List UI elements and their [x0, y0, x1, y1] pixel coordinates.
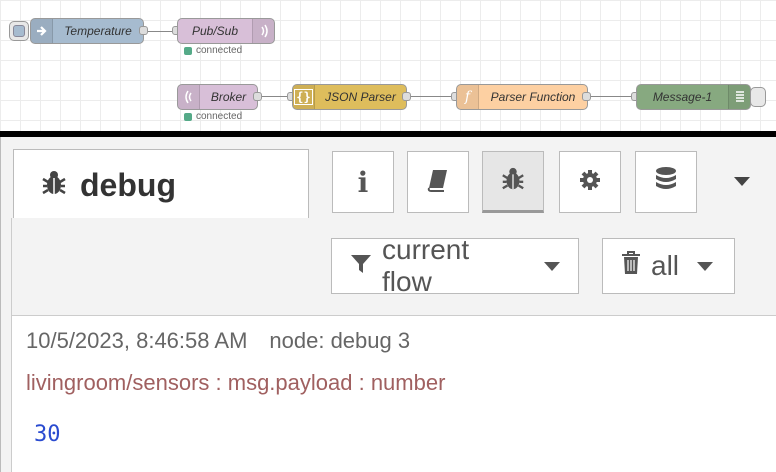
- status-badge: connected: [184, 45, 242, 56]
- radio-waves-icon: [252, 19, 274, 43]
- debug-toggle-button[interactable]: [750, 87, 766, 107]
- chevron-down-icon: [734, 176, 750, 186]
- radio-waves-icon: [178, 85, 200, 109]
- filter-messages-button[interactable]: current flow: [331, 234, 579, 297]
- message-timestamp: 10/5/2023, 8:46:58 AM: [26, 328, 248, 353]
- node-broker[interactable]: Broker: [177, 84, 258, 110]
- book-icon: [425, 167, 451, 198]
- node-label: Parser Function: [490, 90, 576, 104]
- debug-message-list[interactable]: 10/5/2023, 8:46:58 AM node: debug 3 livi…: [12, 315, 776, 472]
- list-icon: [728, 85, 750, 109]
- bug-icon: [40, 169, 68, 202]
- context-data-button[interactable]: [635, 151, 697, 213]
- node-label: JSON Parser: [325, 90, 396, 104]
- status-dot: [184, 46, 192, 55]
- status-text: connected: [196, 45, 243, 56]
- status-badge: connected: [184, 111, 242, 122]
- debug-panel: current flow all 10/5/2023, 8:46:58 AM n…: [11, 218, 776, 472]
- node-label: Broker: [210, 90, 247, 104]
- debug-button[interactable]: [482, 151, 544, 213]
- node-temperature[interactable]: Temperature: [30, 18, 144, 44]
- message-payload-value[interactable]: 30: [34, 422, 61, 447]
- inject-trigger-icon: [13, 25, 25, 37]
- info-button[interactable]: i: [332, 151, 394, 213]
- sidebar: debug i current flow all 10/5/2023, 8:46…: [0, 137, 776, 472]
- message-header: 10/5/2023, 8:46:58 AM node: debug 3: [26, 328, 410, 354]
- output-port[interactable]: [402, 92, 411, 101]
- chevron-down-icon: [544, 261, 560, 271]
- node-message-1[interactable]: Message-1: [636, 84, 751, 110]
- node-json-parser[interactable]: {} JSON Parser: [292, 84, 407, 110]
- bug-icon: [500, 166, 526, 197]
- tab-debug[interactable]: debug: [13, 149, 309, 221]
- node-label: Message-1: [652, 90, 713, 104]
- sidebar-menu-button[interactable]: [719, 163, 765, 199]
- node-pubsub[interactable]: Pub/Sub: [177, 18, 275, 44]
- wire-json-function[interactable]: [410, 96, 456, 97]
- gear-icon: [577, 167, 603, 198]
- arrow-right-icon: [31, 19, 53, 43]
- filter-label: current flow: [382, 234, 470, 297]
- message-node-link[interactable]: node: debug 3: [269, 328, 410, 354]
- chevron-down-icon: [697, 261, 714, 271]
- database-icon: [653, 166, 679, 199]
- node-label: Pub/Sub: [191, 24, 239, 38]
- status-dot: [184, 112, 192, 121]
- braces-icon: {}: [293, 85, 315, 109]
- info-icon: i: [357, 165, 369, 199]
- tab-label: debug: [80, 167, 176, 203]
- filter-icon: [350, 250, 372, 282]
- output-port[interactable]: [139, 26, 148, 35]
- node-parser-function[interactable]: f Parser Function: [456, 84, 588, 110]
- help-button[interactable]: [407, 151, 469, 213]
- output-port[interactable]: [253, 92, 262, 101]
- flow-canvas[interactable]: Temperature Pub/Sub connected Broker con…: [0, 0, 776, 131]
- status-text: connected: [196, 111, 243, 122]
- clear-messages-button[interactable]: all: [602, 238, 735, 294]
- node-label: Temperature: [64, 24, 132, 38]
- output-port[interactable]: [582, 92, 591, 101]
- trash-icon: [621, 250, 641, 282]
- wire-function-message[interactable]: [590, 96, 636, 97]
- inject-trigger-button[interactable]: [9, 21, 29, 41]
- config-button[interactable]: [559, 151, 621, 213]
- message-topic: livingroom/sensors : msg.payload : numbe…: [26, 370, 446, 395]
- clear-label: all: [651, 250, 680, 281]
- sidebar-tab-header: debug i: [1, 137, 776, 221]
- function-icon: f: [457, 85, 479, 109]
